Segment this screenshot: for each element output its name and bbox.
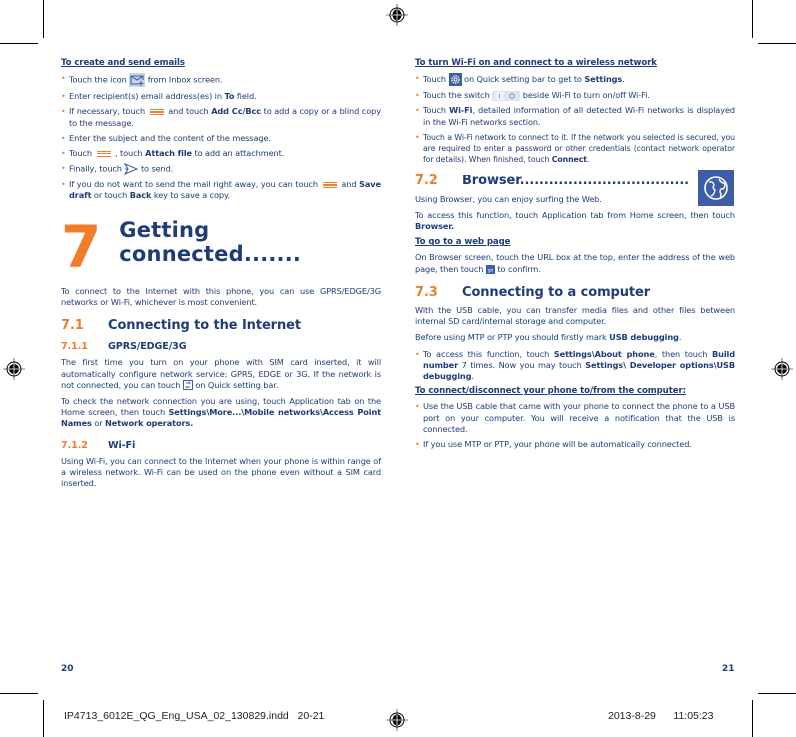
mobile-data-icon: [182, 380, 193, 391]
crop-mark: [752, 0, 753, 38]
browser-paragraph-1: Using Browser, you can enjoy surfing the…: [415, 193, 602, 204]
list-item: Touch Wi-Fi, detailed information of all…: [415, 105, 735, 127]
chapter-intro: To connect to the Internet with this pho…: [61, 285, 381, 307]
right-page: To turn Wi-Fi on and connect to a wirele…: [415, 58, 735, 454]
send-icon: [124, 163, 139, 176]
list-item: If necessary, touch and touch Add Cc/Bcc…: [61, 106, 381, 128]
crop-mark: [758, 693, 796, 694]
section-heading-7-1-2: 7.1.2 Wi-Fi: [61, 439, 136, 451]
wifi-paragraph: Using Wi-Fi, you can connect to the Inte…: [61, 455, 381, 489]
page-number-right: 21: [722, 664, 735, 674]
svg-text:go: go: [488, 268, 494, 273]
crop-mark: [752, 700, 753, 737]
wifi-section-heading: To turn Wi-Fi on and connect to a wirele…: [415, 58, 657, 68]
section-heading-7-3: 7.3 Connecting to a computer: [415, 284, 651, 300]
menu-icon: [96, 150, 111, 158]
section-heading-7-1: 7.1 Connecting to the Internet: [61, 318, 301, 334]
list-item: If you use MTP or PTP, your phone will b…: [415, 439, 735, 450]
page-number-left: 20: [61, 664, 74, 674]
chapter-number: 7: [61, 212, 102, 281]
browser-paragraph-2: To access this function, touch Applicati…: [415, 209, 735, 232]
web-page-subheading: To go to a web page: [415, 237, 511, 248]
list-item: Touch the switch beside Wi-Fi to turn on…: [415, 90, 735, 101]
section-heading-7-1-1: 7.1.1 GPRS/EDGE/3G: [61, 341, 187, 353]
toggle-switch-icon: [492, 90, 521, 101]
menu-icon: [149, 108, 164, 116]
list-item: If you do not want to send the mail righ…: [61, 179, 381, 201]
chapter-title: Getting connected.......: [119, 217, 302, 266]
list-item: Finally, touch to send.: [61, 163, 381, 176]
registration-mark-icon: [771, 358, 793, 380]
go-icon: go: [485, 264, 495, 274]
browser-paragraph-3: On Browser screen, touch the URL box at …: [415, 252, 735, 274]
wifi-steps-list: Touch on Quick setting bar to get to Set…: [415, 73, 735, 165]
menu-icon: [322, 181, 337, 189]
slug-filename: IP4713_6012E_QG_Eng_USA_02_130829.indd 2…: [64, 710, 325, 722]
section-heading-7-2: 7.2 Browser.............................…: [415, 170, 735, 207]
registration-mark-icon: [386, 4, 408, 26]
connect-subheading: To connect/disconnect your phone to/from…: [415, 386, 686, 397]
settings-gear-icon: [448, 73, 462, 87]
compose-mail-icon: [129, 73, 146, 88]
list-item: To access this function, touch Settings\…: [415, 349, 735, 383]
list-item: Enter recipient(s) email address(es) in …: [61, 91, 381, 102]
list-item: Touch a Wi-Fi network to connect to it. …: [415, 132, 735, 166]
registration-mark-icon: [3, 358, 25, 380]
gprs-paragraph-1: The first time you turn on your phone wi…: [61, 357, 381, 391]
registration-mark-icon: [386, 709, 408, 731]
connect-steps-list: Use the USB cable that came with your ph…: [415, 401, 735, 450]
computer-paragraph-2: Before using MTP or PTP you should first…: [415, 332, 682, 343]
gprs-paragraph-2: To check the network connection you are …: [61, 396, 382, 429]
usb-debugging-list: To access this function, touch Settings\…: [415, 349, 735, 383]
crop-mark: [43, 700, 44, 737]
globe-browser-icon: [698, 170, 734, 207]
list-item: Touch on Quick setting bar to get to Set…: [415, 73, 735, 87]
crop-mark: [0, 693, 38, 694]
email-section-heading: To create and send emails: [61, 58, 185, 68]
slug-timestamp: 2013-8-29 11:05:23: [608, 710, 714, 722]
list-item: Touch , touch Attach file to add an atta…: [61, 148, 381, 159]
computer-paragraph-1: With the USB cable, you can transfer med…: [415, 305, 735, 327]
crop-mark: [43, 0, 44, 38]
list-item: Enter the subject and the content of the…: [61, 133, 381, 144]
chapter-heading: 7 Getting connected.......: [61, 212, 381, 281]
list-item: Use the USB cable that came with your ph…: [415, 401, 735, 435]
email-steps-list: Touch the icon from Inbox screen. Enter …: [61, 73, 381, 201]
list-item: Touch the icon from Inbox screen.: [61, 73, 381, 88]
crop-mark: [758, 43, 796, 44]
left-page: To create and send emails Touch the icon…: [61, 58, 381, 494]
crop-mark: [0, 43, 38, 44]
